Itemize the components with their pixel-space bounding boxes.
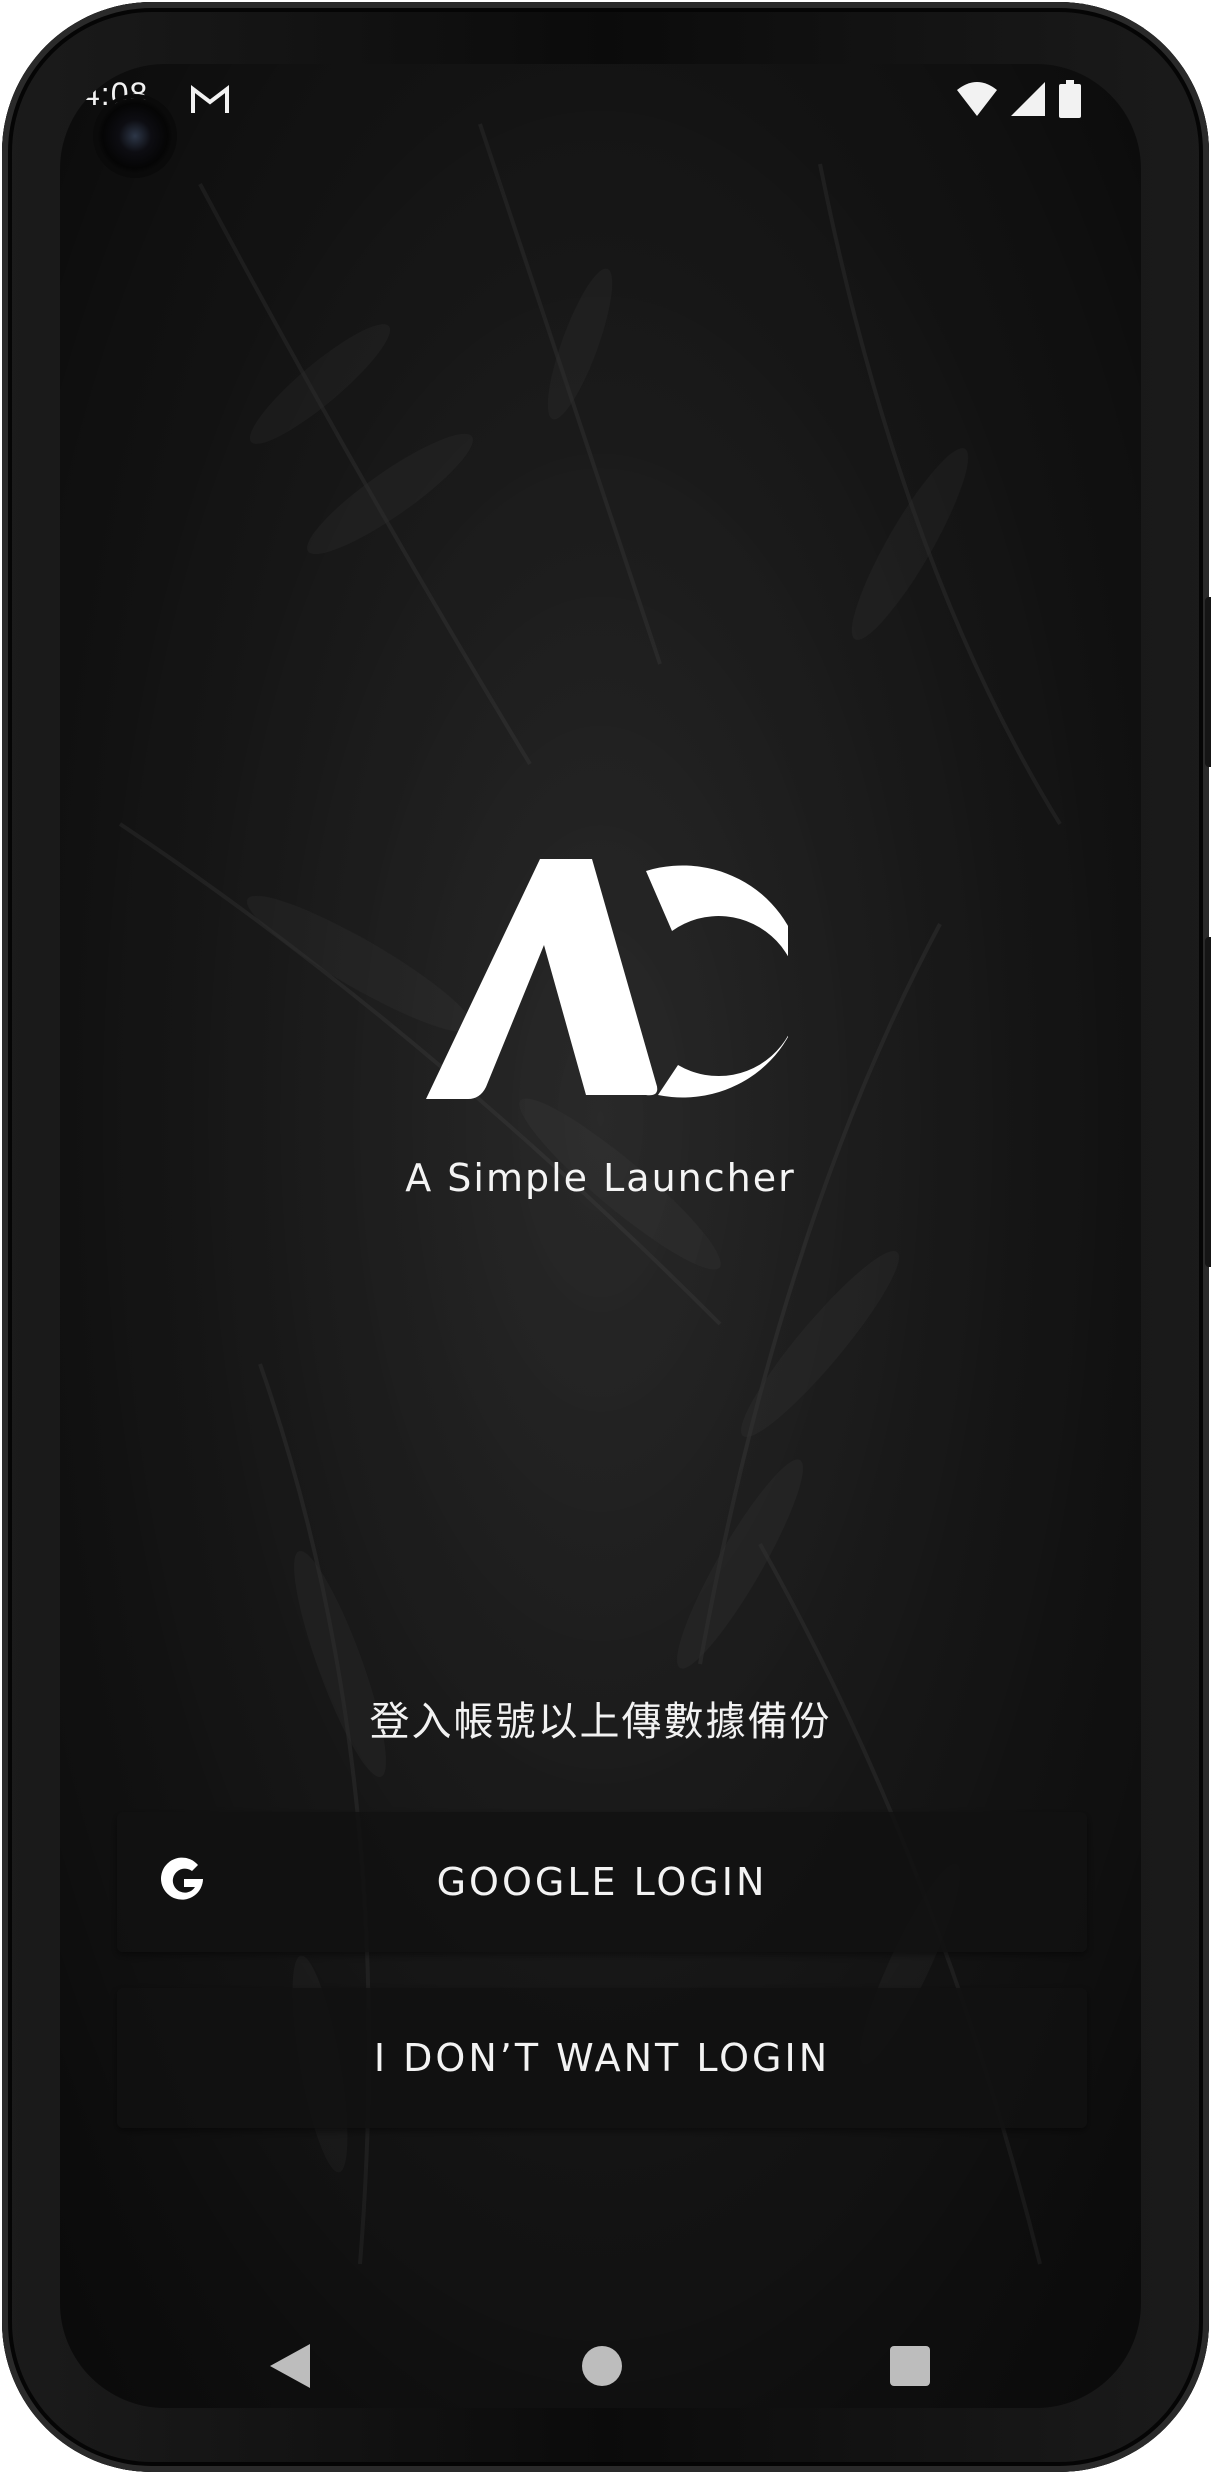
login-prompt: 登入帳號以上傳數據備份 (369, 1699, 832, 1745)
app-name: A Simple Launcher (405, 1156, 796, 1200)
phone-frame: 4:08 A Simple Launcher 登入帳號以上傳數據備份 GOOGL… (2, 2, 1211, 2472)
wifi-icon (957, 82, 997, 116)
google-login-button[interactable]: GOOGLE LOGIN (117, 1812, 1087, 1952)
navigation-bar (60, 2334, 1141, 2394)
app-logo (426, 859, 788, 1099)
status-bar: 4:08 (60, 64, 1141, 174)
skip-login-button[interactable]: I DON’T WANT LOGIN (117, 1988, 1087, 2128)
power-button (1205, 597, 1211, 767)
google-icon (161, 1857, 203, 1900)
recents-icon[interactable] (890, 2346, 930, 2386)
home-icon[interactable] (582, 2346, 622, 2386)
volume-button (1205, 937, 1211, 1267)
battery-icon (1059, 80, 1081, 118)
cell-signal-icon (1011, 82, 1045, 116)
google-login-label: GOOGLE LOGIN (436, 1860, 768, 1904)
skip-login-label: I DON’T WANT LOGIN (373, 2036, 831, 2080)
front-camera (97, 98, 173, 174)
back-icon[interactable] (270, 2344, 310, 2388)
system-status-icons (957, 80, 1081, 118)
screen: 4:08 A Simple Launcher 登入帳號以上傳數據備份 GOOGL… (60, 64, 1141, 2408)
gmail-icon (191, 84, 229, 113)
